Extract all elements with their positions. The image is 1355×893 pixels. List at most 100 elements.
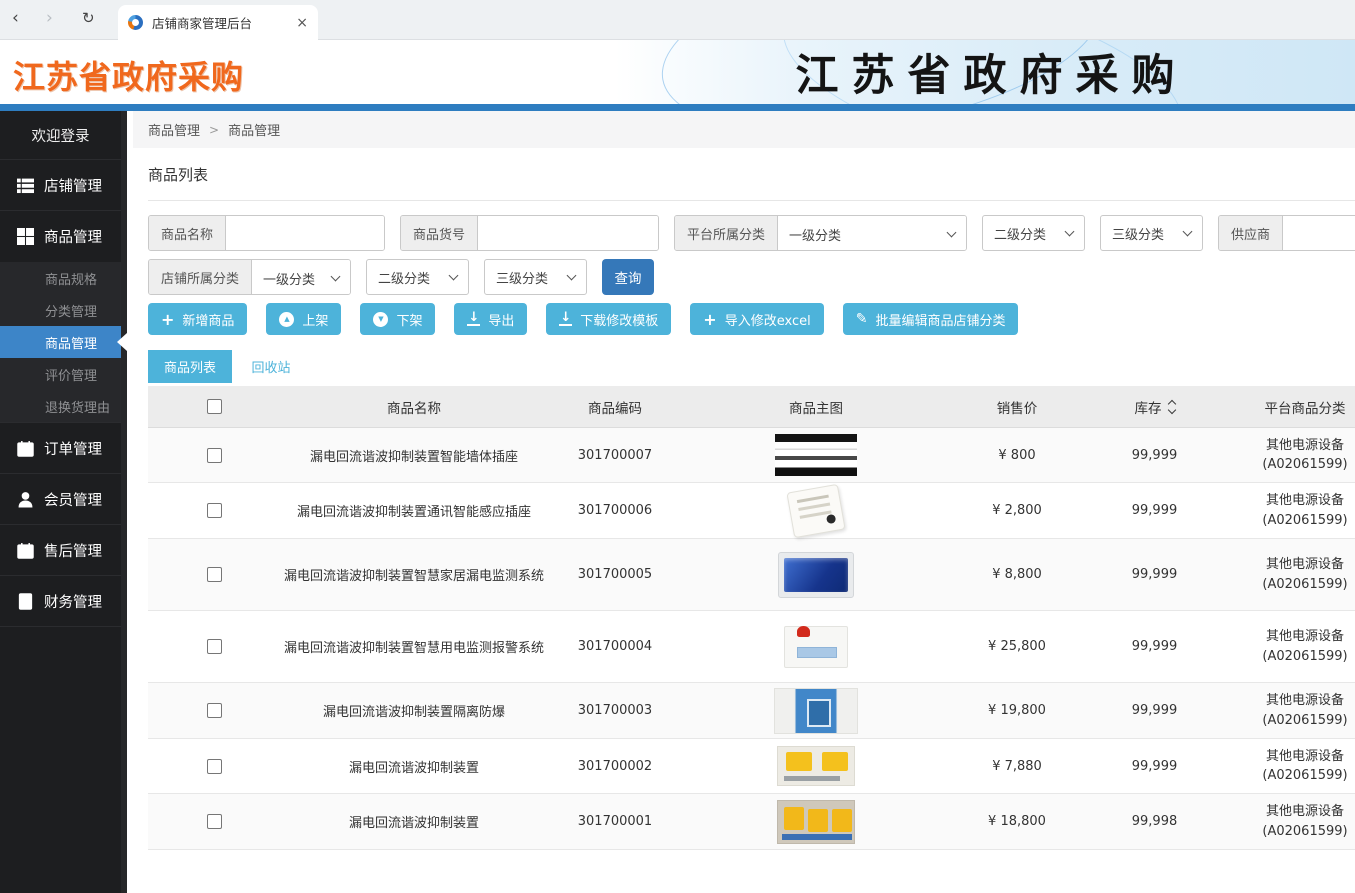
row-checkbox[interactable] [207,759,222,774]
banner-title: 江苏省政府采购 [783,41,1188,103]
product-stock: 99,999 [1132,503,1178,518]
product-name: 漏电回流谐波抑制装置隔离防爆 [323,701,505,720]
submenu-item-product-management-active[interactable]: 商品管理 [0,326,121,358]
product-price: ¥ 2,800 [992,503,1042,518]
col-product-code: 商品编码 [588,397,642,417]
chevron-down-icon [1065,226,1075,236]
platform-level1-select[interactable]: 一级分类 [778,216,966,251]
list-tabs: 商品列表 回收站 [148,350,1355,383]
row-checkbox[interactable] [207,639,222,654]
col-price: 销售价 [997,397,1038,417]
product-code: 301700004 [578,639,652,654]
product-price: ¥ 19,800 [988,703,1046,718]
submenu-item-review-management[interactable]: 评价管理 [0,358,121,390]
table-row: 漏电回流谐波抑制装置智慧家居漏电监测系统 301700005 ¥ 8,800 9… [148,539,1355,611]
table-header: 商品名称 商品编码 商品主图 销售价 库存 平台商品分类 [148,386,1355,428]
product-category: 其他电源设备(A02061599) [1262,555,1347,594]
reload-icon[interactable]: ↻ [82,9,95,27]
product-stock: 99,999 [1132,703,1178,718]
query-button[interactable]: 查询 [602,259,654,295]
product-name-input[interactable] [226,216,384,250]
product-image[interactable] [784,626,848,668]
export-button[interactable]: 导出 [454,303,527,335]
product-price: ¥ 18,800 [988,814,1046,829]
product-image[interactable] [778,552,854,598]
chevron-down-icon [449,270,459,280]
product-code: 301700007 [578,448,652,463]
site-header: 江苏省政府采购 江苏省政府采购 [0,40,1355,104]
product-stock: 99,999 [1132,567,1178,582]
import-excel-button[interactable]: 导入修改excel [690,303,823,335]
chevron-down-icon [947,227,957,237]
product-price: ¥ 800 [998,448,1035,463]
table-row: 漏电回流谐波抑制装置 301700001 ¥ 18,800 99,998 其他电… [148,794,1355,850]
table-row: 漏电回流谐波抑制装置智慧用电监测报警系统 301700004 ¥ 25,800 … [148,611,1355,683]
put-on-shelf-button[interactable]: 上架 [266,303,341,335]
product-name: 漏电回流谐波抑制装置 [349,757,479,776]
table-row: 漏电回流谐波抑制装置智能墙体插座 301700007 ¥ 800 99,999 … [148,428,1355,483]
header-divider-bar [0,104,1355,111]
product-sku-input[interactable] [478,216,658,250]
row-checkbox[interactable] [207,703,222,718]
add-product-button[interactable]: 新增商品 [148,303,247,335]
tab-recycle-bin[interactable]: 回收站 [232,350,310,383]
product-image[interactable] [777,800,855,844]
product-stock: 99,998 [1132,814,1178,829]
submenu-item-category-management[interactable]: 分类管理 [0,294,121,326]
row-checkbox[interactable] [207,814,222,829]
supplier-input[interactable] [1283,216,1355,250]
product-category: 其他电源设备(A02061599) [1262,627,1347,666]
submenu-item-product-specs[interactable]: 商品规格 [0,262,121,294]
supplier-label: 供应商 [1219,216,1283,250]
platform-level3-select[interactable]: 三级分类 [1100,215,1203,251]
table-row: 漏电回流谐波抑制装置隔离防爆 301700003 ¥ 19,800 99,999… [148,683,1355,739]
product-table: 商品名称 商品编码 商品主图 销售价 库存 平台商品分类 漏电回流谐波抑制装置智… [148,386,1355,850]
product-image[interactable] [777,746,855,786]
row-checkbox[interactable] [207,503,222,518]
sidebar-item-member-management[interactable]: 会员管理 [0,474,121,525]
browser-tab[interactable]: 店铺商家管理后台 × [118,5,318,40]
table-row: 漏电回流谐波抑制装置通讯智能感应插座 301700006 ¥ 2,800 99,… [148,483,1355,539]
product-name: 漏电回流谐波抑制装置 [349,812,479,831]
sidebar-item-order-management[interactable]: 订单管理 [0,423,121,474]
plus-icon [703,310,716,329]
select-all-checkbox[interactable] [207,399,222,414]
sidebar-item-shop-management[interactable]: 店铺管理 [0,160,121,211]
product-image[interactable] [774,688,858,734]
sidebar-item-aftersales-management[interactable]: 售后管理 [0,525,121,576]
product-code: 301700002 [578,759,652,774]
col-stock[interactable]: 库存 [1135,397,1175,417]
product-price: ¥ 25,800 [988,639,1046,654]
row-checkbox[interactable] [207,567,222,582]
shop-level1-select[interactable]: 一级分类 [252,260,350,295]
sort-icon[interactable] [1169,401,1175,413]
platform-level2-select[interactable]: 二级分类 [982,215,1085,251]
download-template-button[interactable]: 下载修改模板 [546,303,671,335]
row-checkbox[interactable] [207,448,222,463]
shop-level3-select[interactable]: 三级分类 [484,259,587,295]
submenu-item-return-reasons[interactable]: 退换货理由 [0,390,121,422]
forward-icon[interactable]: › [46,8,53,28]
header-banner: 江苏省政府采购 [615,40,1355,104]
take-off-shelf-button[interactable]: 下架 [360,303,435,335]
batch-edit-category-button[interactable]: 批量编辑商品店铺分类 [843,303,1019,335]
product-stock: 99,999 [1132,448,1178,463]
product-image[interactable] [775,434,857,476]
sidebar-item-product-management[interactable]: 商品管理 [0,211,121,262]
main-content: 商品管理 > 商品管理 商品列表 商品名称 商品货号 平台所属分类 一级分类 [133,111,1355,893]
product-code: 301700003 [578,703,652,718]
product-image[interactable] [786,483,845,537]
product-name: 漏电回流谐波抑制装置智慧家居漏电监测系统 [284,565,544,584]
breadcrumb-item[interactable]: 商品管理 [148,120,200,139]
filter-row-1: 商品名称 商品货号 平台所属分类 一级分类 二级分类 三级分类 [148,215,1355,251]
list-icon [17,177,34,194]
product-name: 漏电回流谐波抑制装置通讯智能感应插座 [297,501,531,520]
sidebar-item-finance-management[interactable]: 财务管理 [0,576,121,627]
calendar-icon [17,542,34,559]
product-category: 其他电源设备(A02061599) [1262,747,1347,786]
tab-close-icon[interactable]: × [296,15,308,31]
shop-level2-select[interactable]: 二级分类 [366,259,469,295]
tab-product-list[interactable]: 商品列表 [148,350,232,383]
back-icon[interactable]: ‹ [12,8,19,28]
up-circle-icon [279,312,294,327]
